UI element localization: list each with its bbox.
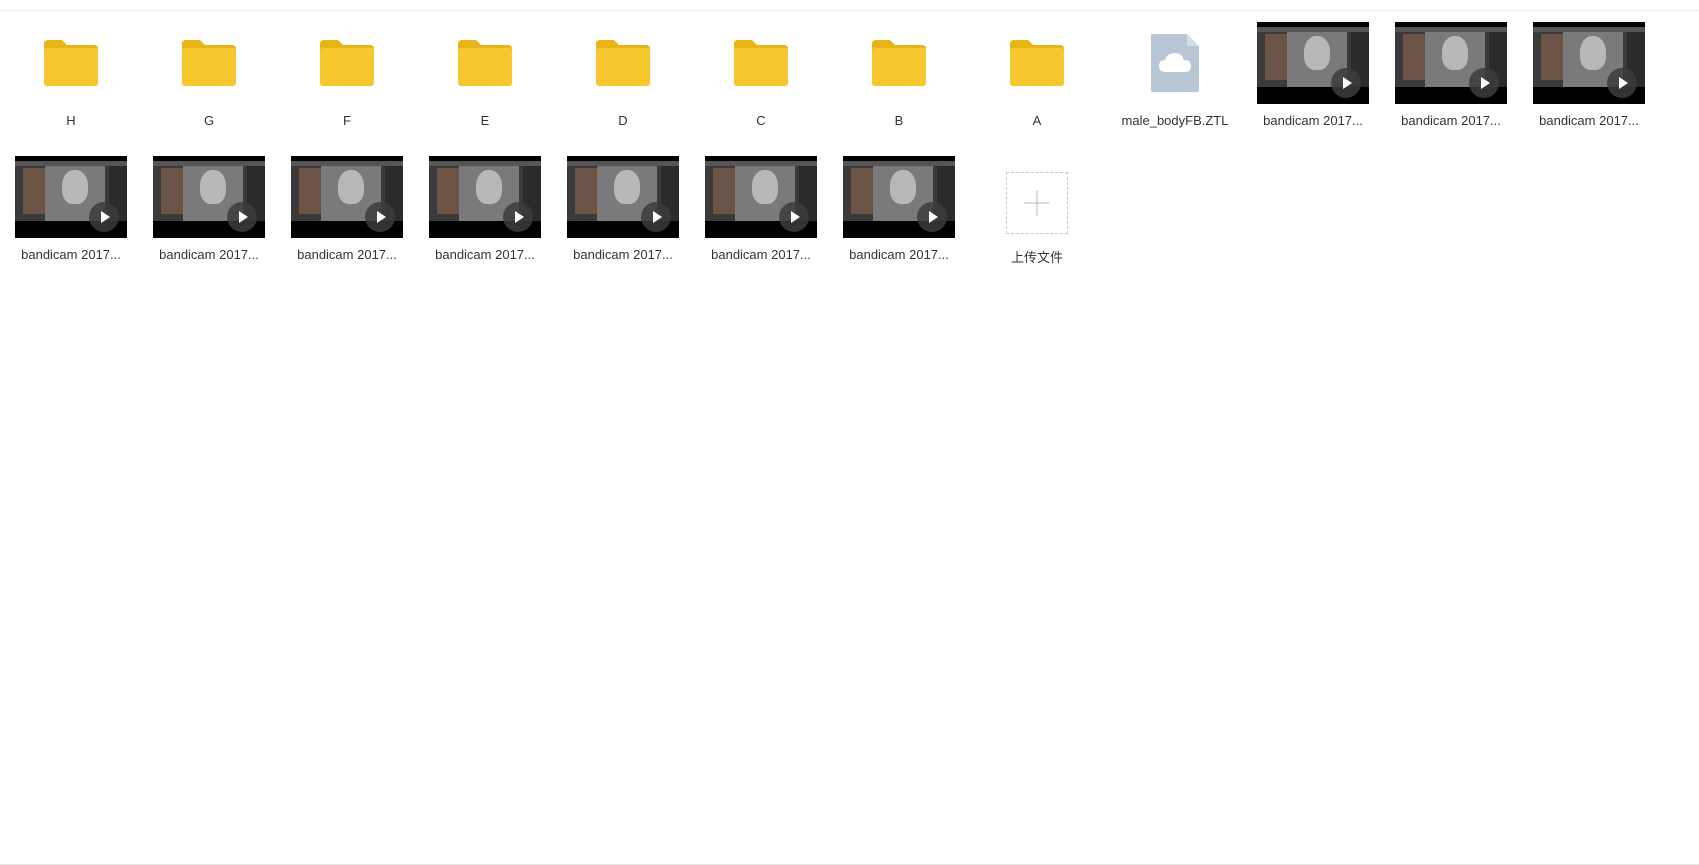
file-item[interactable]: male_bodyFB.ZTL xyxy=(1104,22,1242,156)
item-label: G xyxy=(203,113,215,128)
video-thumbnail xyxy=(843,156,955,238)
video-item[interactable]: bandicam 2017... xyxy=(828,156,966,290)
item-label: B xyxy=(894,113,904,128)
video-thumbnail xyxy=(1533,22,1645,104)
play-icon xyxy=(917,202,947,232)
video-thumbnail xyxy=(567,156,679,238)
folder-icon xyxy=(15,22,127,104)
item-label: D xyxy=(618,113,628,128)
item-label: bandicam 2017... xyxy=(849,247,949,262)
item-label: bandicam 2017... xyxy=(159,247,259,262)
folder-item[interactable]: H xyxy=(0,22,138,156)
item-label: C xyxy=(756,113,766,128)
play-icon xyxy=(227,202,257,232)
video-item[interactable]: bandicam 2017... xyxy=(1518,22,1656,156)
folder-item[interactable]: F xyxy=(276,22,414,156)
folder-icon xyxy=(153,22,265,104)
folder-item[interactable]: A xyxy=(966,22,1104,156)
video-thumbnail xyxy=(291,156,403,238)
file-grid: H G F E D C B A male_bodyFB.ZTL bandicam… xyxy=(0,22,1656,290)
video-item[interactable]: bandicam 2017... xyxy=(1380,22,1518,156)
video-item[interactable]: bandicam 2017... xyxy=(1242,22,1380,156)
video-item[interactable]: bandicam 2017... xyxy=(690,156,828,290)
item-label: bandicam 2017... xyxy=(1263,113,1363,128)
item-label: 上传文件 xyxy=(1010,250,1063,265)
item-label: F xyxy=(343,113,351,128)
video-thumbnail xyxy=(1395,22,1507,104)
folder-item[interactable]: G xyxy=(138,22,276,156)
plus-icon xyxy=(1006,172,1068,234)
video-thumbnail xyxy=(153,156,265,238)
upload-file-button[interactable]: 上传文件 xyxy=(966,156,1104,290)
play-icon xyxy=(1469,68,1499,98)
item-label: bandicam 2017... xyxy=(435,247,535,262)
folder-icon xyxy=(705,22,817,104)
play-icon xyxy=(779,202,809,232)
folder-icon xyxy=(429,22,541,104)
video-thumbnail xyxy=(429,156,541,238)
item-label: bandicam 2017... xyxy=(711,247,811,262)
folder-item[interactable]: C xyxy=(690,22,828,156)
play-icon xyxy=(1331,68,1361,98)
item-label: bandicam 2017... xyxy=(297,247,397,262)
folder-item[interactable]: E xyxy=(414,22,552,156)
item-label: A xyxy=(1032,113,1042,128)
item-label: bandicam 2017... xyxy=(21,247,121,262)
item-label: E xyxy=(480,113,490,128)
video-item[interactable]: bandicam 2017... xyxy=(138,156,276,290)
folder-item[interactable]: D xyxy=(552,22,690,156)
play-icon xyxy=(365,202,395,232)
play-icon xyxy=(1607,68,1637,98)
video-thumbnail xyxy=(1257,22,1369,104)
video-thumbnail xyxy=(15,156,127,238)
folder-icon xyxy=(981,22,1093,104)
item-label: bandicam 2017... xyxy=(573,247,673,262)
item-label: male_bodyFB.ZTL xyxy=(1121,113,1229,128)
cloud-file-icon xyxy=(1119,22,1231,104)
video-item[interactable]: bandicam 2017... xyxy=(276,156,414,290)
item-label: bandicam 2017... xyxy=(1539,113,1639,128)
video-item[interactable]: bandicam 2017... xyxy=(0,156,138,290)
folder-icon xyxy=(567,22,679,104)
play-icon xyxy=(503,202,533,232)
top-divider xyxy=(0,10,1699,11)
folder-icon xyxy=(291,22,403,104)
play-icon xyxy=(89,202,119,232)
folder-icon xyxy=(843,22,955,104)
item-label: H xyxy=(66,113,76,128)
video-item[interactable]: bandicam 2017... xyxy=(552,156,690,290)
play-icon xyxy=(641,202,671,232)
item-label: bandicam 2017... xyxy=(1401,113,1501,128)
video-thumbnail xyxy=(705,156,817,238)
video-item[interactable]: bandicam 2017... xyxy=(414,156,552,290)
folder-item[interactable]: B xyxy=(828,22,966,156)
